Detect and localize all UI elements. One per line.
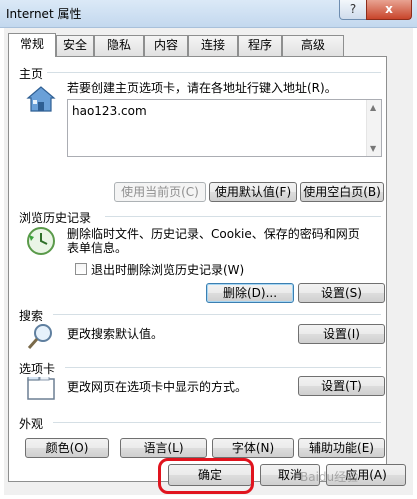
use-default-button[interactable]: 使用默认值(F) bbox=[209, 182, 297, 202]
tab-privacy[interactable]: 隐私 bbox=[94, 35, 144, 56]
divider bbox=[53, 422, 381, 423]
scroll-up-icon[interactable]: ▲ bbox=[370, 103, 376, 112]
tabs-settings-button[interactable]: 设置(T) bbox=[298, 376, 385, 396]
search-description: 更改搜索默认值。 bbox=[67, 327, 164, 341]
homepage-description: 若要创建主页选项卡，请在各地址行键入地址(R)。 bbox=[67, 81, 337, 95]
divider bbox=[53, 314, 381, 315]
divider bbox=[65, 367, 381, 368]
divider bbox=[105, 216, 381, 217]
tab-advanced[interactable]: 高级 bbox=[282, 35, 344, 56]
title-bar: Internet 属性 ? x bbox=[0, 0, 417, 28]
delete-on-exit-checkbox[interactable] bbox=[75, 263, 87, 275]
homepage-scrollbar[interactable]: ▲ ▼ bbox=[366, 100, 381, 156]
help-button[interactable]: ? bbox=[339, 0, 367, 20]
watermark: Baidu经验 bbox=[300, 470, 359, 484]
accessibility-button[interactable]: 辅助功能(E) bbox=[298, 438, 385, 458]
delete-on-exit-label[interactable]: 退出时删除浏览历史记录(W) bbox=[91, 263, 244, 277]
tab-connections[interactable]: 连接 bbox=[188, 35, 238, 56]
tab-security[interactable]: 安全 bbox=[56, 35, 94, 56]
tabs-group-title: 选项卡 bbox=[19, 360, 60, 377]
scroll-down-icon[interactable]: ▼ bbox=[370, 144, 376, 153]
window-title: Internet 属性 bbox=[6, 7, 82, 21]
colors-button[interactable]: 颜色(O) bbox=[25, 438, 109, 458]
divider bbox=[45, 72, 381, 73]
search-group-title: 搜索 bbox=[19, 307, 48, 324]
tab-content[interactable]: 内容 bbox=[144, 35, 188, 56]
use-current-button[interactable]: 使用当前页(C) bbox=[114, 182, 206, 202]
general-tab-panel: 主页 若要创建主页选项卡，请在各地址行键入地址(R)。 hao123.com ▲… bbox=[8, 56, 387, 482]
dialog-client-area: 常规 安全 隐私 内容 连接 程序 高级 主页 若要创建主页选项卡，请在各地址行… bbox=[4, 28, 413, 495]
ok-button-highlight bbox=[158, 458, 254, 494]
tab-general[interactable]: 常规 bbox=[8, 33, 56, 57]
fonts-button[interactable]: 字体(N) bbox=[212, 438, 294, 458]
history-settings-button[interactable]: 设置(S) bbox=[298, 283, 385, 303]
history-clock-icon bbox=[27, 227, 55, 255]
homepage-url-field[interactable]: hao123.com ▲ ▼ bbox=[67, 99, 382, 157]
search-icon bbox=[27, 324, 52, 349]
tabs-description: 更改网页在选项卡中显示的方式。 bbox=[67, 380, 248, 394]
languages-button[interactable]: 语言(L) bbox=[120, 438, 207, 458]
home-icon bbox=[26, 86, 56, 112]
appearance-group-title: 外观 bbox=[19, 415, 48, 432]
tab-programs[interactable]: 程序 bbox=[238, 35, 282, 56]
history-group-title: 浏览历史记录 bbox=[19, 209, 96, 226]
history-description-line1: 删除临时文件、历史记录、Cookie、保存的密码和网页 bbox=[67, 227, 360, 241]
history-description-line2: 表单信息。 bbox=[67, 241, 128, 255]
use-blank-button[interactable]: 使用空白页(B) bbox=[300, 182, 384, 202]
delete-history-button[interactable]: 删除(D)... bbox=[206, 283, 294, 303]
homepage-url-value: hao123.com bbox=[72, 104, 147, 118]
homepage-group-title: 主页 bbox=[19, 65, 48, 82]
close-button[interactable]: x bbox=[366, 0, 412, 20]
search-settings-button[interactable]: 设置(I) bbox=[298, 324, 385, 344]
